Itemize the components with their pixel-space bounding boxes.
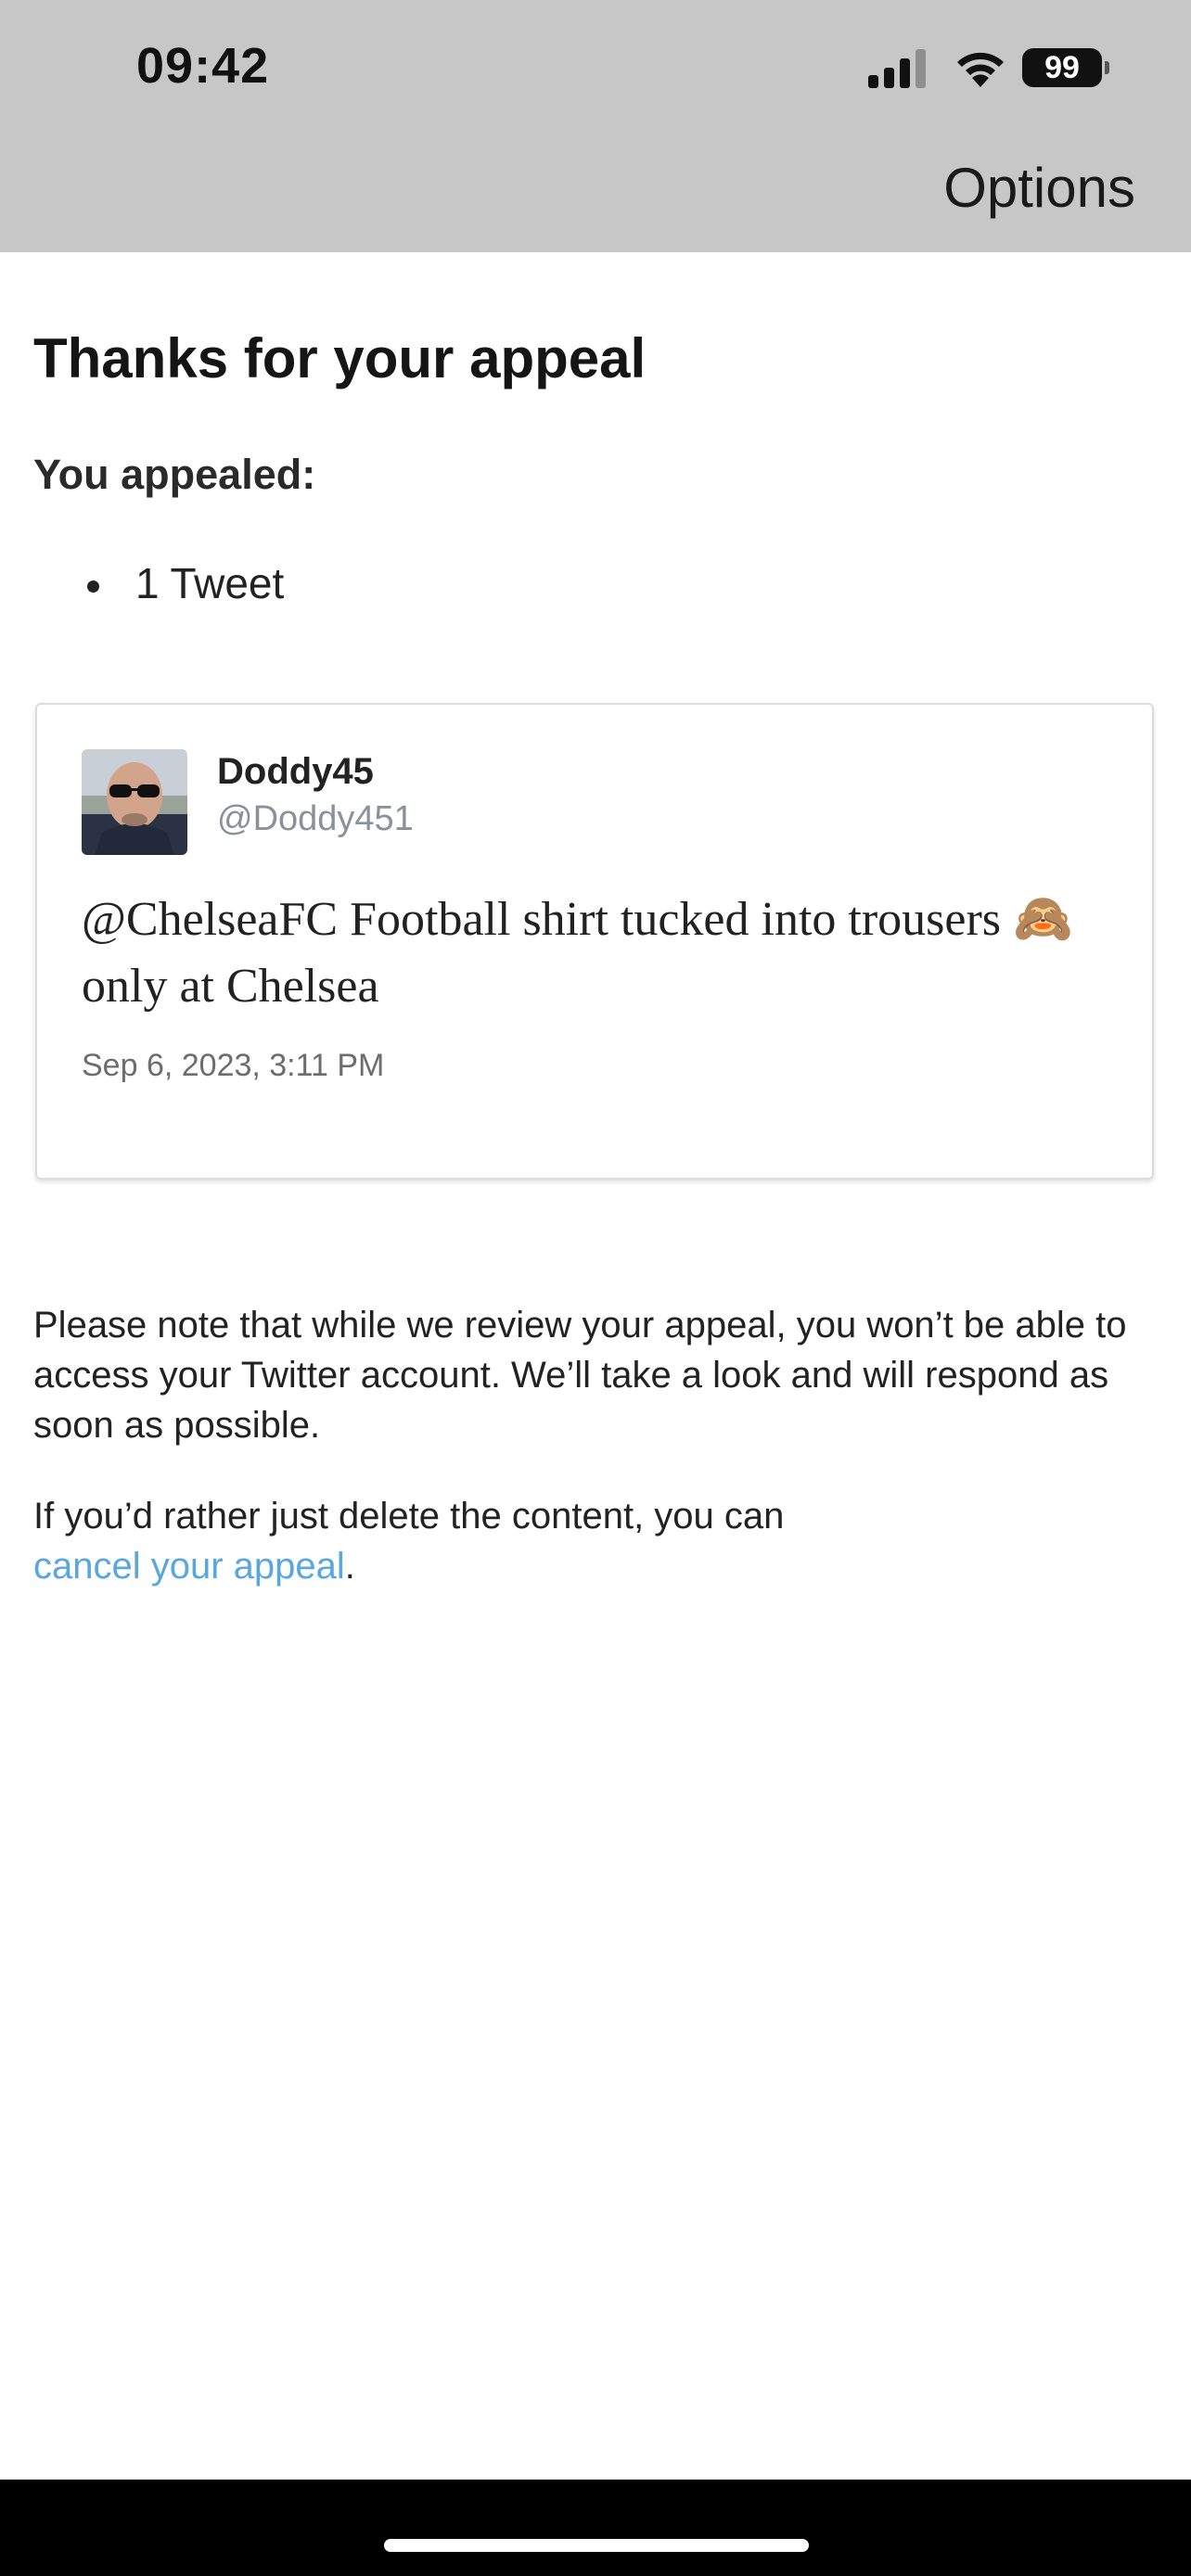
battery-icon: 99 (1022, 48, 1109, 87)
wifi-icon (957, 52, 1004, 87)
status-icons: 99 (868, 45, 1109, 91)
avatar-photo-icon (82, 749, 187, 855)
review-notice: Please note that while we review your ap… (33, 1305, 1127, 1446)
signal-bars-icon (868, 47, 931, 88)
tweet-timestamp: Sep 6, 2023, 3:11 PM (82, 1048, 385, 1083)
top-header: 09:42 99 Options (0, 0, 1191, 252)
tweet-text: @ChelseaFC Football shirt tucked into tr… (82, 893, 1073, 1013)
options-button[interactable]: Options (943, 156, 1135, 220)
home-indicator[interactable] (384, 2539, 809, 2552)
appealed-label: You appealed: (33, 451, 316, 498)
home-bar-area (0, 2480, 1191, 2576)
cancel-prefix-text: If you’d rather just delete the content,… (33, 1496, 785, 1537)
avatar (82, 749, 187, 855)
list-item: 1 Tweet (33, 558, 284, 608)
tweet-author-handle: @Doddy451 (217, 799, 414, 838)
tweet-author-name: Doddy45 (217, 751, 374, 792)
cancel-appeal-link[interactable]: cancel your appeal (33, 1546, 345, 1587)
appealed-items-list: 1 Tweet (33, 558, 284, 608)
battery-level: 99 (1044, 49, 1080, 85)
status-time: 09:42 (136, 38, 270, 94)
cancel-appeal-note: If you’d rather just delete the content,… (33, 1491, 1165, 1591)
cancel-suffix-text: . (344, 1546, 355, 1587)
page-title: Thanks for your appeal (33, 327, 647, 389)
tweet-card: Doddy45 @Doddy451 @ChelseaFC Football sh… (35, 703, 1154, 1180)
